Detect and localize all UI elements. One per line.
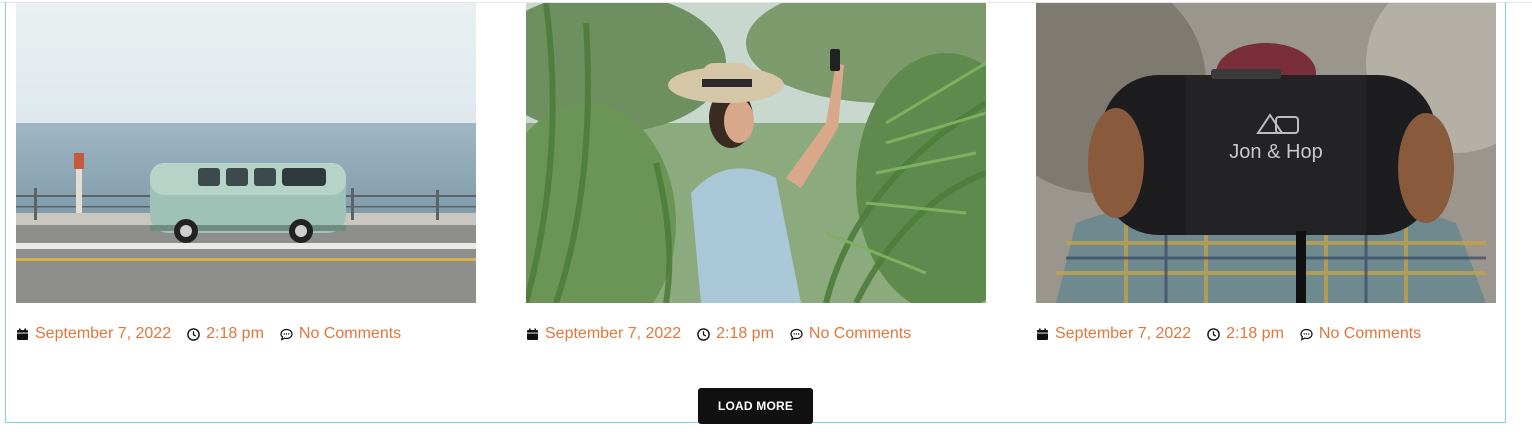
calendar-icon xyxy=(1036,328,1049,341)
post-date[interactable]: September 7, 2022 xyxy=(526,325,681,343)
post-comments-link[interactable]: No Comments xyxy=(790,325,911,343)
calendar-icon xyxy=(526,328,539,341)
post-thumbnail-link[interactable] xyxy=(16,3,476,303)
clock-icon xyxy=(1207,327,1220,341)
woman-palm-image xyxy=(526,3,986,303)
post-time-text: 2:18 pm xyxy=(206,325,264,342)
post-date-text: September 7, 2022 xyxy=(545,325,682,342)
post-comments-text: No Comments xyxy=(298,325,402,342)
post-time-text: 2:18 pm xyxy=(716,325,774,342)
post-comments-text: No Comments xyxy=(808,325,912,342)
clock-icon xyxy=(697,327,710,341)
product-logo-text: Jon & Hop xyxy=(1229,141,1322,163)
post-card: Jon & Hop September 7, 2022 2:18 pm No C… xyxy=(1036,3,1496,342)
post-date-text: September 7, 2022 xyxy=(35,325,172,342)
post-thumbnail-link[interactable]: Jon & Hop xyxy=(1036,3,1496,303)
post-time[interactable]: 2:18 pm xyxy=(1207,325,1284,343)
clock-icon xyxy=(187,327,200,341)
post-comments-link[interactable]: No Comments xyxy=(280,325,401,343)
post-card: September 7, 2022 2:18 pm No Comments xyxy=(16,3,476,342)
sleeping-bag-image: Jon & Hop xyxy=(1036,3,1496,303)
calendar-icon xyxy=(16,328,29,341)
post-meta: September 7, 2022 2:18 pm No Comments xyxy=(526,325,927,343)
post-date-text: September 7, 2022 xyxy=(1055,325,1192,342)
post-meta: September 7, 2022 2:18 pm No Comments xyxy=(16,325,417,343)
comment-icon xyxy=(280,328,293,341)
van-seaside-image xyxy=(16,3,476,303)
load-more-button[interactable]: LOAD MORE xyxy=(698,388,813,424)
post-card: September 7, 2022 2:18 pm No Comments xyxy=(526,3,986,342)
post-comments-text: No Comments xyxy=(1318,325,1422,342)
comment-icon xyxy=(790,328,803,341)
post-date[interactable]: September 7, 2022 xyxy=(16,325,171,343)
post-thumbnail-link[interactable] xyxy=(526,3,986,303)
post-meta: September 7, 2022 2:18 pm No Comments xyxy=(1036,325,1437,343)
post-time[interactable]: 2:18 pm xyxy=(697,325,774,343)
comment-icon xyxy=(1300,328,1313,341)
post-time-text: 2:18 pm xyxy=(1226,325,1284,342)
post-date[interactable]: September 7, 2022 xyxy=(1036,325,1191,343)
post-time[interactable]: 2:18 pm xyxy=(187,325,264,343)
post-comments-link[interactable]: No Comments xyxy=(1300,325,1421,343)
